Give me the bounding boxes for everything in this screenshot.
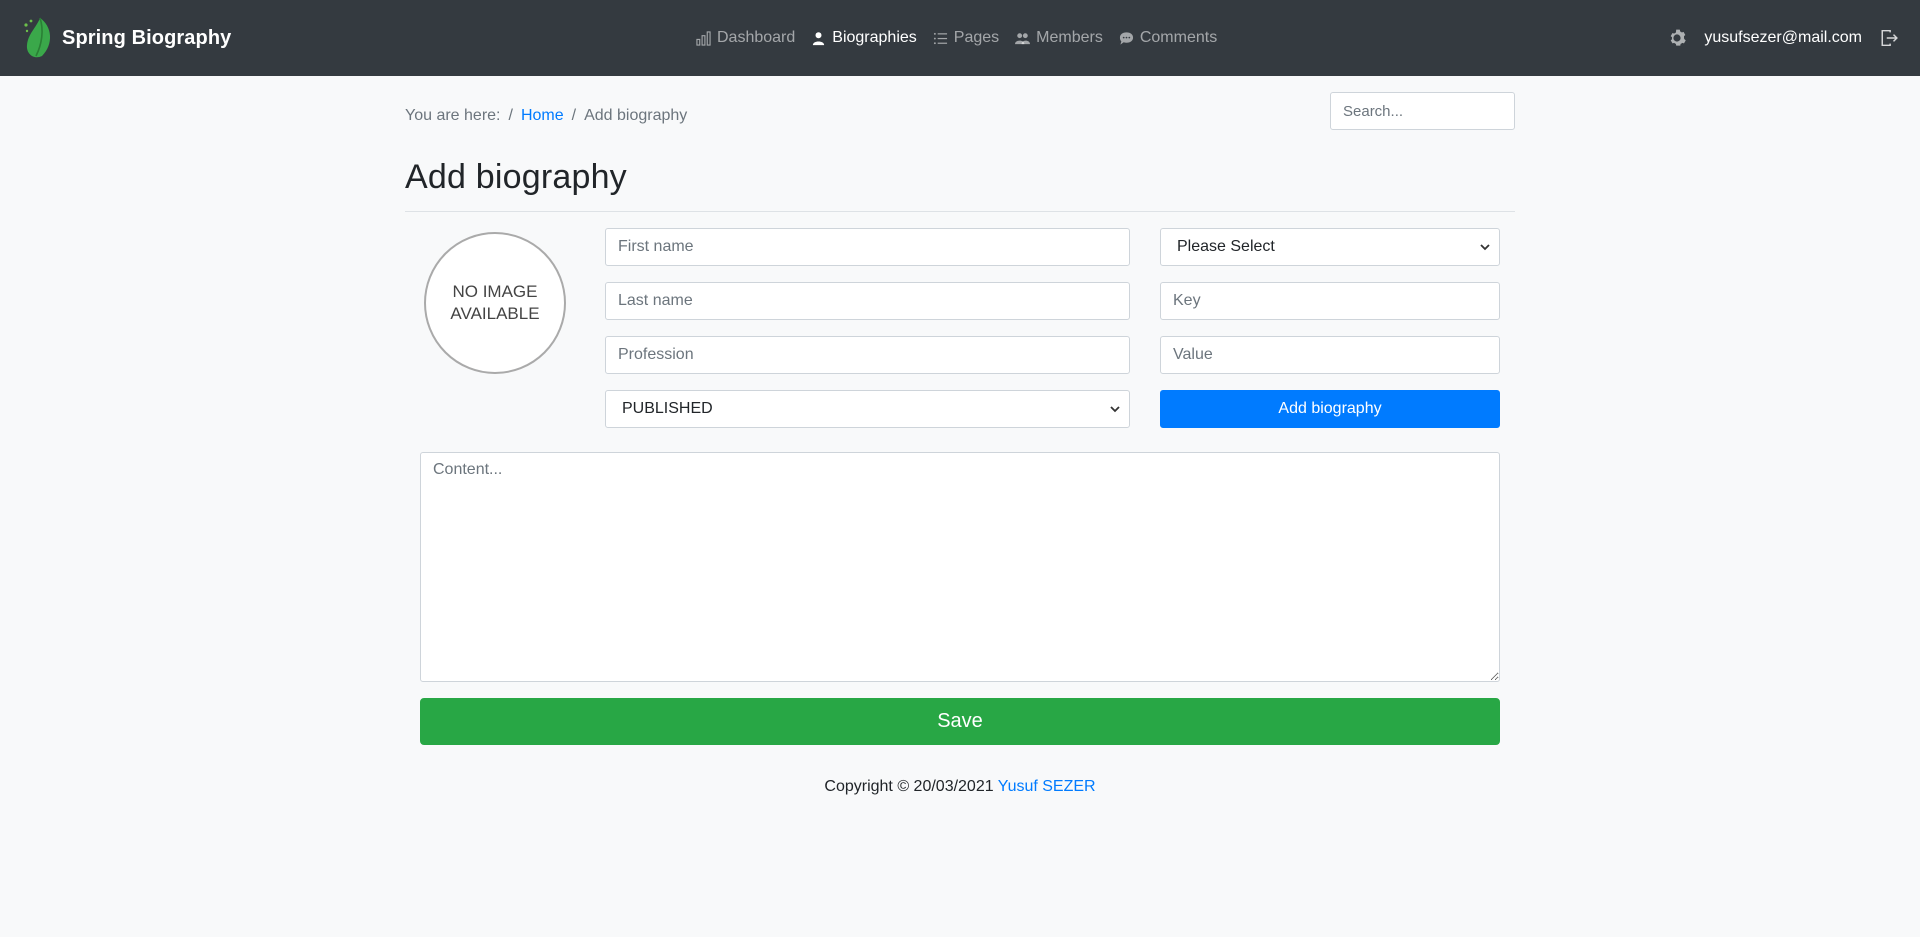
key-input[interactable] — [1160, 282, 1500, 320]
user-email[interactable]: yusufsezer@mail.com — [1704, 29, 1862, 47]
avatar-placeholder[interactable]: NO IMAGE AVAILABLE — [424, 232, 566, 374]
leaf-logo-icon — [24, 17, 51, 58]
copyright-text: Copyright © 20/03/2021 — [824, 778, 994, 795]
author-link[interactable]: Yusuf SEZER — [998, 778, 1096, 795]
nav-pages[interactable]: Pages — [933, 29, 999, 47]
first-name-input[interactable] — [605, 228, 1130, 266]
people-icon — [1015, 32, 1031, 44]
breadcrumb-separator: / — [571, 107, 577, 124]
breadcrumb-prefix: You are here: — [405, 107, 501, 124]
nav-comments-label: Comments — [1139, 29, 1218, 46]
main-nav: Dashboard Biographies Pages Members Comm… — [696, 0, 1217, 76]
category-select-value: Please Select — [1177, 238, 1275, 255]
chevron-down-icon — [1480, 244, 1490, 251]
chart-icon — [696, 30, 711, 46]
avatar-text-line1: NO IMAGE — [452, 282, 538, 301]
profession-input[interactable] — [605, 336, 1130, 374]
nav-dashboard-label: Dashboard — [717, 29, 796, 46]
search-input[interactable] — [1330, 92, 1515, 130]
nav-pages-label: Pages — [953, 29, 1000, 46]
topbar: You are here: / Home / Add biography — [405, 76, 1515, 152]
breadcrumb-current: Add biography — [584, 107, 688, 124]
status-select-value: PUBLISHED — [622, 400, 713, 417]
chat-icon — [1119, 31, 1133, 45]
nav-comments[interactable]: Comments — [1119, 29, 1217, 47]
navbar: Spring Biography Dashboard Biographies P… — [0, 0, 1920, 76]
page-title: Add biography — [405, 152, 1515, 212]
logout-icon[interactable] — [1880, 29, 1898, 47]
footer: Copyright © 20/03/2021 Yusuf SEZER — [405, 752, 1515, 796]
chevron-down-icon — [1110, 406, 1120, 413]
user-menu: yusufsezer@mail.com — [1668, 29, 1898, 47]
breadcrumb-home-link[interactable]: Home — [521, 107, 564, 125]
gear-icon[interactable] — [1668, 29, 1687, 47]
nav-biographies-label: Biographies — [832, 29, 917, 46]
nav-dashboard[interactable]: Dashboard — [696, 29, 795, 47]
avatar-text-line2: AVAILABLE — [450, 304, 540, 323]
list-icon — [933, 32, 947, 44]
nav-biographies[interactable]: Biographies — [811, 29, 917, 47]
status-select[interactable]: PUBLISHED — [605, 390, 1130, 428]
content-textarea[interactable] — [420, 452, 1500, 682]
main-content: You are here: / Home / Add biography Add… — [405, 76, 1515, 796]
brand-name: Spring Biography — [62, 26, 232, 49]
brand[interactable]: Spring Biography — [22, 16, 231, 60]
nav-members[interactable]: Members — [1015, 29, 1103, 47]
save-button[interactable]: Save — [420, 698, 1500, 745]
biography-form: NO IMAGE AVAILABLE PUBLISHED Please Sele… — [405, 212, 1515, 752]
last-name-input[interactable] — [605, 282, 1130, 320]
person-icon — [813, 31, 825, 45]
nav-members-label: Members — [1036, 29, 1103, 46]
category-select[interactable]: Please Select — [1160, 228, 1500, 266]
add-biography-button[interactable]: Add biography — [1160, 390, 1500, 428]
breadcrumb-separator: / — [508, 107, 513, 124]
breadcrumb: You are here: / Home / Add biography — [405, 92, 687, 125]
value-input[interactable] — [1160, 336, 1500, 374]
